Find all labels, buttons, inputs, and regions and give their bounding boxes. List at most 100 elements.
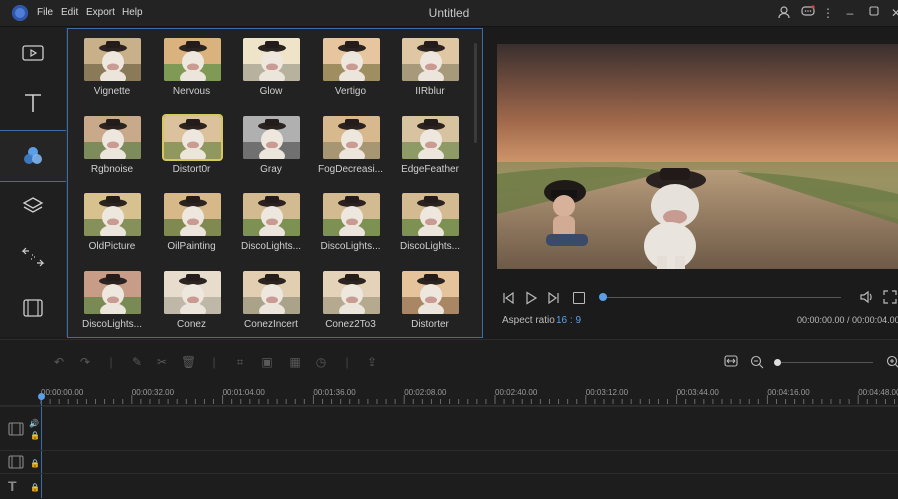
filter-thumbnail	[402, 270, 459, 314]
cut-icon[interactable]: ✂	[155, 355, 169, 369]
filter-tile[interactable]: DiscoLights...	[390, 185, 470, 260]
ruler-label: 00:03:44.00	[676, 388, 719, 397]
filter-tile[interactable]: IIRblur	[390, 30, 470, 105]
filter-thumbnail	[322, 193, 380, 236]
ruler-label: 00:04:48.00	[858, 388, 898, 397]
filter-tile[interactable]: DiscoLights...	[231, 185, 311, 260]
filter-tile[interactable]: EdgeFeather	[390, 108, 470, 183]
filter-tile[interactable]: FogDecreasi...	[311, 108, 391, 183]
filter-tile[interactable]: ConezIncert	[231, 263, 311, 338]
timeline-ruler[interactable]: 00:00:00.00 00:00:32.00 00:01:04.00 00:01:3…	[0, 383, 898, 406]
sidebar-item-overlays[interactable]	[0, 182, 66, 230]
sidebar-item-text[interactable]	[0, 79, 66, 127]
filters-icon	[24, 147, 42, 164]
filter-thumbnail	[84, 270, 141, 314]
volume-icon[interactable]	[859, 290, 875, 307]
filter-thumbnail	[402, 115, 459, 159]
filter-thumbnail	[84, 115, 141, 159]
zoom-in-icon[interactable]	[885, 355, 898, 369]
close-icon[interactable]: ✕	[888, 5, 898, 21]
filter-tile[interactable]: Conez2To3	[311, 263, 391, 338]
player-controls: Aspect ratio 16 : 9 00:00:00.00 / 00:00:…	[497, 287, 898, 327]
zoom-slider[interactable]	[781, 362, 873, 363]
filter-tile[interactable]: Vertigo	[311, 30, 391, 105]
zoom-slider-handle[interactable]	[774, 359, 781, 366]
prev-frame-icon[interactable]	[501, 291, 515, 308]
filter-label: DiscoLights...	[240, 241, 302, 252]
user-icon[interactable]	[776, 5, 792, 21]
play-icon[interactable]	[524, 291, 538, 308]
ruler-label: 00:02:08.00	[404, 388, 447, 397]
filter-tile[interactable]: Distorter	[390, 263, 470, 338]
delete-icon[interactable]: 🗑	[181, 355, 196, 369]
filter-label: DiscoLights...	[320, 241, 381, 252]
crop-icon[interactable]: ⌗	[233, 355, 247, 369]
filter-thumbnail	[322, 38, 380, 81]
filter-tile[interactable]: Nervous	[152, 30, 232, 105]
mosaic-icon[interactable]: ▦	[288, 355, 302, 369]
share-icon[interactable]: ⇪	[365, 355, 379, 369]
title-bar: File Edit Export Help Untitled ⋮ – ✕	[0, 0, 898, 27]
separator: |	[212, 355, 216, 369]
filter-tile[interactable]: Vignette	[72, 30, 152, 105]
filter-tile[interactable]: OldPicture	[72, 185, 152, 260]
stop-icon[interactable]	[573, 292, 585, 304]
filter-label: DiscoLights...	[399, 241, 461, 252]
video-track[interactable]: 🔊 🔒	[0, 406, 898, 451]
feedback-icon[interactable]	[800, 5, 816, 21]
separator: |	[109, 355, 113, 369]
filter-thumbnail	[402, 38, 459, 81]
next-frame-icon[interactable]	[547, 291, 561, 308]
sidebar-item-filters[interactable]	[0, 130, 66, 182]
zoom-out-icon[interactable]	[750, 355, 764, 369]
filter-label: Vertigo	[334, 86, 367, 97]
edit-icon[interactable]: ✎	[130, 355, 144, 369]
minimize-icon[interactable]: –	[842, 5, 858, 21]
playhead-handle[interactable]	[38, 393, 45, 400]
filter-label: Distorter	[411, 318, 449, 330]
seek-bar[interactable]	[601, 297, 841, 298]
filter-label: Nervous	[172, 86, 211, 97]
sidebar-item-transitions[interactable]	[0, 233, 66, 281]
duration-icon[interactable]: ◷	[314, 355, 328, 369]
fit-timeline-icon[interactable]	[724, 355, 738, 369]
seek-handle[interactable]	[599, 293, 607, 301]
sidebar-item-media[interactable]	[0, 29, 66, 77]
sidebar-item-elements[interactable]	[0, 284, 66, 332]
lock-icon[interactable]: 🔒	[30, 459, 40, 468]
freeze-icon[interactable]: ▣	[260, 355, 274, 369]
text-track[interactable]: T 🔒	[0, 473, 898, 499]
redo-icon[interactable]: ↷	[78, 355, 92, 369]
undo-icon[interactable]: ↶	[52, 355, 66, 369]
filter-tile[interactable]: OilPainting	[152, 185, 232, 260]
filter-thumbnail	[243, 193, 300, 236]
sidebar	[0, 27, 67, 337]
aspect-ratio-value[interactable]: 16 : 9	[556, 315, 581, 326]
lock-icon[interactable]: 🔒	[30, 483, 40, 492]
window-title: Untitled	[428, 6, 470, 20]
filter-thumbnail	[243, 270, 300, 314]
filter-tile[interactable]: Conez	[152, 263, 232, 338]
filter-tile[interactable]: DiscoLights...	[311, 185, 391, 260]
transitions-icon	[21, 247, 45, 267]
lock-icon[interactable]: 🔒	[30, 431, 40, 440]
more-icon[interactable]: ⋮	[820, 5, 836, 21]
overlay-track[interactable]: 🔒	[0, 450, 898, 474]
filter-tile[interactable]: Gray	[231, 108, 311, 183]
filter-tile[interactable]: DiscoLights...	[72, 263, 152, 338]
filter-label: DiscoLights...	[81, 318, 143, 330]
filter-label: Glow	[259, 86, 283, 97]
fullscreen-icon[interactable]	[883, 290, 897, 307]
filter-label: OilPainting	[167, 241, 216, 252]
filter-grid-scrollbar[interactable]	[474, 43, 477, 143]
maximize-icon[interactable]	[866, 5, 882, 21]
text-icon	[25, 94, 41, 112]
ruler-label: 00:00:32.00	[131, 388, 175, 397]
filter-tile[interactable]: Distort0r	[152, 108, 232, 183]
elements-icon	[23, 299, 43, 317]
audio-toggle-icon[interactable]: 🔊	[29, 419, 39, 428]
filter-tile[interactable]: Rgbnoise	[72, 108, 152, 183]
video-track-icon	[8, 421, 24, 440]
filter-tile[interactable]: Glow	[231, 30, 311, 105]
filter-label: Rgbnoise	[90, 163, 134, 175]
